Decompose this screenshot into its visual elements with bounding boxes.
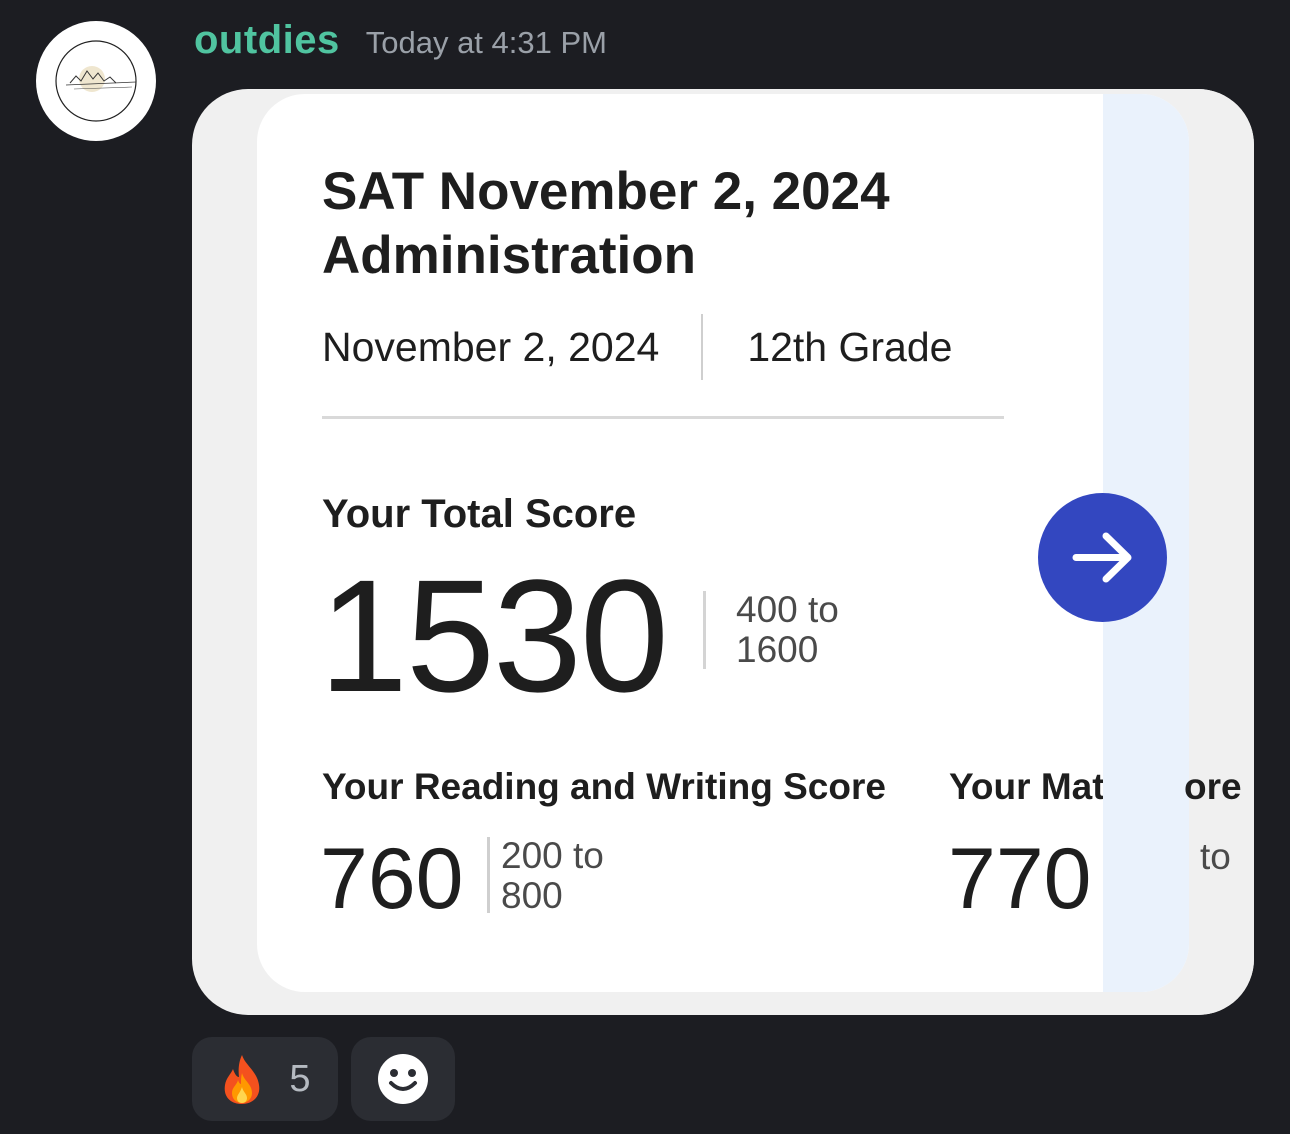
message-timestamp: Today at 4:31 PM — [365, 25, 607, 60]
meta-divider — [701, 314, 704, 380]
message-header: outdies Today at 4:31 PM — [194, 18, 607, 74]
card-title: SAT November 2, 2024 Administration — [322, 162, 890, 285]
section-divider — [322, 416, 1004, 419]
author-username[interactable]: outdies — [194, 18, 340, 63]
reading-writing-label: Your Reading and Writing Score — [322, 766, 886, 807]
reading-writing-divider — [487, 837, 490, 913]
test-grade: 12th Grade — [747, 323, 953, 370]
arrow-right-icon — [1072, 532, 1132, 583]
reading-writing-value: 760 — [320, 831, 464, 927]
test-date: November 2, 2024 — [322, 323, 660, 370]
reaction-bar: 5 — [192, 1037, 455, 1121]
total-score-divider — [703, 591, 706, 669]
fire-reaction-button[interactable]: 5 — [192, 1037, 338, 1121]
math-score-label: Your Mat — [949, 766, 1103, 807]
reading-writing-range: 200 to 800 — [501, 835, 604, 916]
total-score-value: 1530 — [319, 546, 669, 725]
add-reaction-button[interactable] — [351, 1037, 455, 1121]
sat-score-card: SAT November 2, 2024 Administration Nove… — [257, 94, 1189, 992]
author-avatar[interactable] — [36, 21, 156, 141]
chat-message: outdies Today at 4:31 PM SAT November 2,… — [0, 0, 1290, 1134]
reaction-count: 5 — [289, 1057, 311, 1100]
card-meta-row: November 2, 2024 12th Grade — [322, 314, 952, 380]
smiley-add-reaction-icon — [378, 1054, 428, 1104]
image-attachment[interactable]: SAT November 2, 2024 Administration Nove… — [192, 89, 1254, 1015]
total-score-label: Your Total Score — [322, 492, 637, 536]
fire-icon — [225, 1055, 260, 1104]
next-score-button[interactable] — [1038, 493, 1167, 622]
next-card-label-fragment: ore — [1184, 766, 1242, 807]
math-score-value: 770 — [948, 831, 1092, 927]
next-card-range-fragment: to — [1200, 836, 1231, 877]
mountain-sketch-icon — [55, 40, 137, 122]
total-score-range: 400 to 1600 — [736, 589, 839, 670]
